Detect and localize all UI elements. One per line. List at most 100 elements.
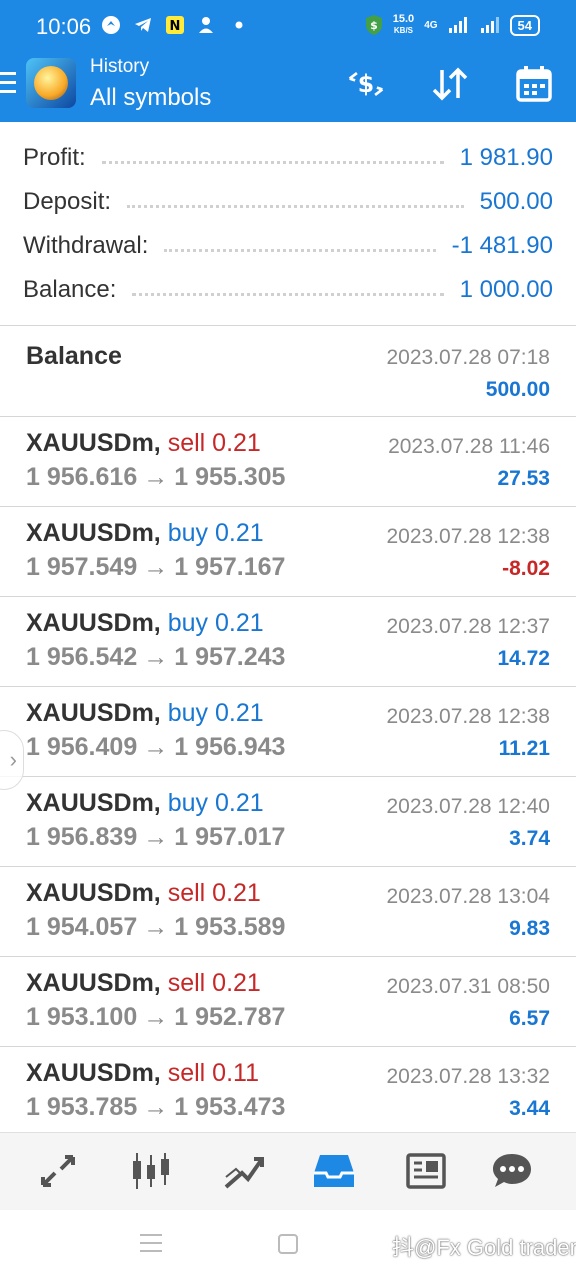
side-panel-handle[interactable]: › xyxy=(0,730,24,790)
news-icon[interactable] xyxy=(402,1149,450,1193)
deal-close-price: 1 952.787 xyxy=(174,1003,286,1031)
deal-close-price: 1 953.473 xyxy=(174,1093,286,1121)
deal-row[interactable]: XAUUSDm, buy 0.21 1 956.542 → 1 957.243 2023… xyxy=(0,597,576,687)
deal-profit: 14.72 xyxy=(497,647,550,670)
arrow-right-icon: → xyxy=(143,1003,169,1031)
person-icon xyxy=(196,14,218,36)
chevron-right-icon: › xyxy=(9,747,17,772)
deal-title: XAUUSDm, buy 0.21 xyxy=(26,699,264,728)
withdrawal-value: -1 481.90 xyxy=(451,232,553,259)
balance-entry[interactable]: Balance 2023.07.28 07:18 500.00 xyxy=(0,326,576,417)
deal-title: XAUUSDm, sell 0.11 xyxy=(26,1059,259,1088)
deal-row[interactable]: XAUUSDm, sell 0.21 1 956.616 → 1 955.305 202… xyxy=(0,417,576,507)
arrow-right-icon: → xyxy=(143,643,169,671)
network-speed: 15.0 KB/S xyxy=(393,14,414,36)
deal-side: buy xyxy=(167,789,209,817)
deal-symbol: XAUUSDm, xyxy=(26,1059,161,1087)
deal-side: buy xyxy=(167,519,209,547)
deal-volume: 0.21 xyxy=(214,699,264,727)
deal-side: sell xyxy=(167,429,206,457)
deal-profit: 6.57 xyxy=(509,1007,550,1030)
app-bar-actions: $ xyxy=(346,64,554,104)
deal-profit: 27.53 xyxy=(497,467,550,490)
deal-datetime: 2023.07.28 11:46 xyxy=(388,435,550,458)
deal-prices: 1 957.549 → 1 957.167 xyxy=(26,553,285,582)
deal-title: XAUUSDm, buy 0.21 xyxy=(26,519,264,548)
deal-datetime: 2023.07.31 08:50 xyxy=(386,975,551,998)
profit-label: Profit: xyxy=(23,144,86,171)
calendar-icon[interactable] xyxy=(514,64,554,104)
deal-datetime: 2023.07.28 12:40 xyxy=(386,795,551,818)
balance-value: 1 000.00 xyxy=(459,276,553,303)
quotes-icon[interactable] xyxy=(34,1149,82,1193)
deal-close-price: 1 957.243 xyxy=(174,643,286,671)
account-summary: Profit: 1 981.90 Deposit: 500.00 Withdra… xyxy=(0,122,576,326)
deal-close-price: 1 956.943 xyxy=(174,733,286,761)
recent-apps-icon[interactable] xyxy=(140,1234,162,1256)
deposit-label: Deposit: xyxy=(23,188,112,215)
deal-profit: 3.74 xyxy=(509,827,550,850)
deal-row[interactable]: XAUUSDm, buy 0.21 1 957.549 → 1 957.167 2023… xyxy=(0,507,576,597)
deal-profit: 9.83 xyxy=(509,917,550,940)
deal-symbol: XAUUSDm, xyxy=(26,969,161,997)
status-time: 10:06 xyxy=(36,14,92,39)
deposit-row: Deposit: 500.00 xyxy=(23,182,553,222)
balance-row: Balance: 1 000.00 xyxy=(23,270,553,310)
deal-datetime: 2023.07.28 13:04 xyxy=(386,885,551,908)
deal-open-price: 1 954.057 xyxy=(26,913,138,941)
withdrawal-label: Withdrawal: xyxy=(23,232,149,259)
deal-row[interactable]: XAUUSDm, buy 0.21 1 956.409 → 1 956.943 2023… xyxy=(0,687,576,777)
deal-datetime: 2023.07.28 12:37 xyxy=(386,615,551,638)
deal-side: buy xyxy=(167,699,209,727)
deal-volume: 0.21 xyxy=(212,969,261,997)
deal-close-price: 1 955.305 xyxy=(174,463,286,491)
deal-open-price: 1 956.616 xyxy=(26,463,138,491)
history-icon[interactable] xyxy=(310,1149,358,1193)
deal-open-price: 1 956.542 xyxy=(26,643,138,671)
home-icon[interactable] xyxy=(278,1234,298,1254)
deal-close-price: 1 953.589 xyxy=(174,913,286,941)
deal-prices: 1 956.542 → 1 957.243 xyxy=(26,643,285,672)
symbol-selector[interactable]: History All symbols xyxy=(90,56,211,112)
deal-symbol: XAUUSDm, xyxy=(26,879,161,907)
speed-value: 15.0 xyxy=(392,13,415,25)
app-notification-icon xyxy=(100,14,122,36)
deal-volume: 0.21 xyxy=(214,519,264,547)
battery-indicator: 54 xyxy=(509,14,540,36)
page-title: History xyxy=(90,56,150,77)
deal-row[interactable]: XAUUSDm, buy 0.21 1 956.839 → 1 957.017 2023… xyxy=(0,777,576,867)
deal-open-price: 1 957.549 xyxy=(26,553,138,581)
messages-icon[interactable] xyxy=(488,1149,536,1193)
deal-profit: 11.21 xyxy=(498,737,550,760)
deal-row[interactable]: XAUUSDm, sell 0.21 1 953.100 → 1 952.787 202… xyxy=(0,957,576,1047)
speed-unit: KB/S xyxy=(393,26,414,35)
menu-icon[interactable] xyxy=(0,72,16,96)
symbol-filter-label: All symbols xyxy=(90,84,212,111)
deal-side: buy xyxy=(167,609,209,637)
deal-prices: 1 953.100 → 1 952.787 xyxy=(26,1003,285,1032)
deal-open-price: 1 956.409 xyxy=(26,733,138,761)
dot-icon xyxy=(228,14,250,36)
watermark: 抖@Fx Gold trader xyxy=(392,1235,576,1260)
deal-symbol: XAUUSDm, xyxy=(26,519,161,547)
deal-row[interactable]: XAUUSDm, sell 0.11 1 953.785 → 1 953.473 202… xyxy=(0,1047,576,1137)
chart-icon[interactable] xyxy=(127,1149,175,1193)
deal-title: XAUUSDm, sell 0.21 xyxy=(26,969,261,998)
sort-icon[interactable] xyxy=(430,64,470,104)
system-status-icons: $ 15.0 KB/S 4G 54 xyxy=(365,14,540,36)
arrow-right-icon: → xyxy=(143,463,169,491)
deal-datetime: 2023.07.28 12:38 xyxy=(386,525,551,548)
svg-text:N: N xyxy=(170,19,181,34)
network-type: 4G xyxy=(424,19,438,31)
deal-prices: 1 956.616 → 1 955.305 xyxy=(26,463,285,492)
app-bar: History All symbols $ xyxy=(0,52,576,122)
arrow-right-icon: → xyxy=(143,733,169,761)
svg-text:$: $ xyxy=(358,70,374,98)
trade-icon[interactable] xyxy=(220,1149,268,1193)
currency-exchange-icon[interactable]: $ xyxy=(346,64,386,104)
deal-row[interactable]: XAUUSDm, sell 0.21 1 954.057 → 1 953.589 202… xyxy=(0,867,576,957)
app-logo xyxy=(26,58,76,108)
deal-side: sell xyxy=(167,969,206,997)
deal-side: sell xyxy=(167,879,206,907)
signal-icon xyxy=(448,17,467,33)
